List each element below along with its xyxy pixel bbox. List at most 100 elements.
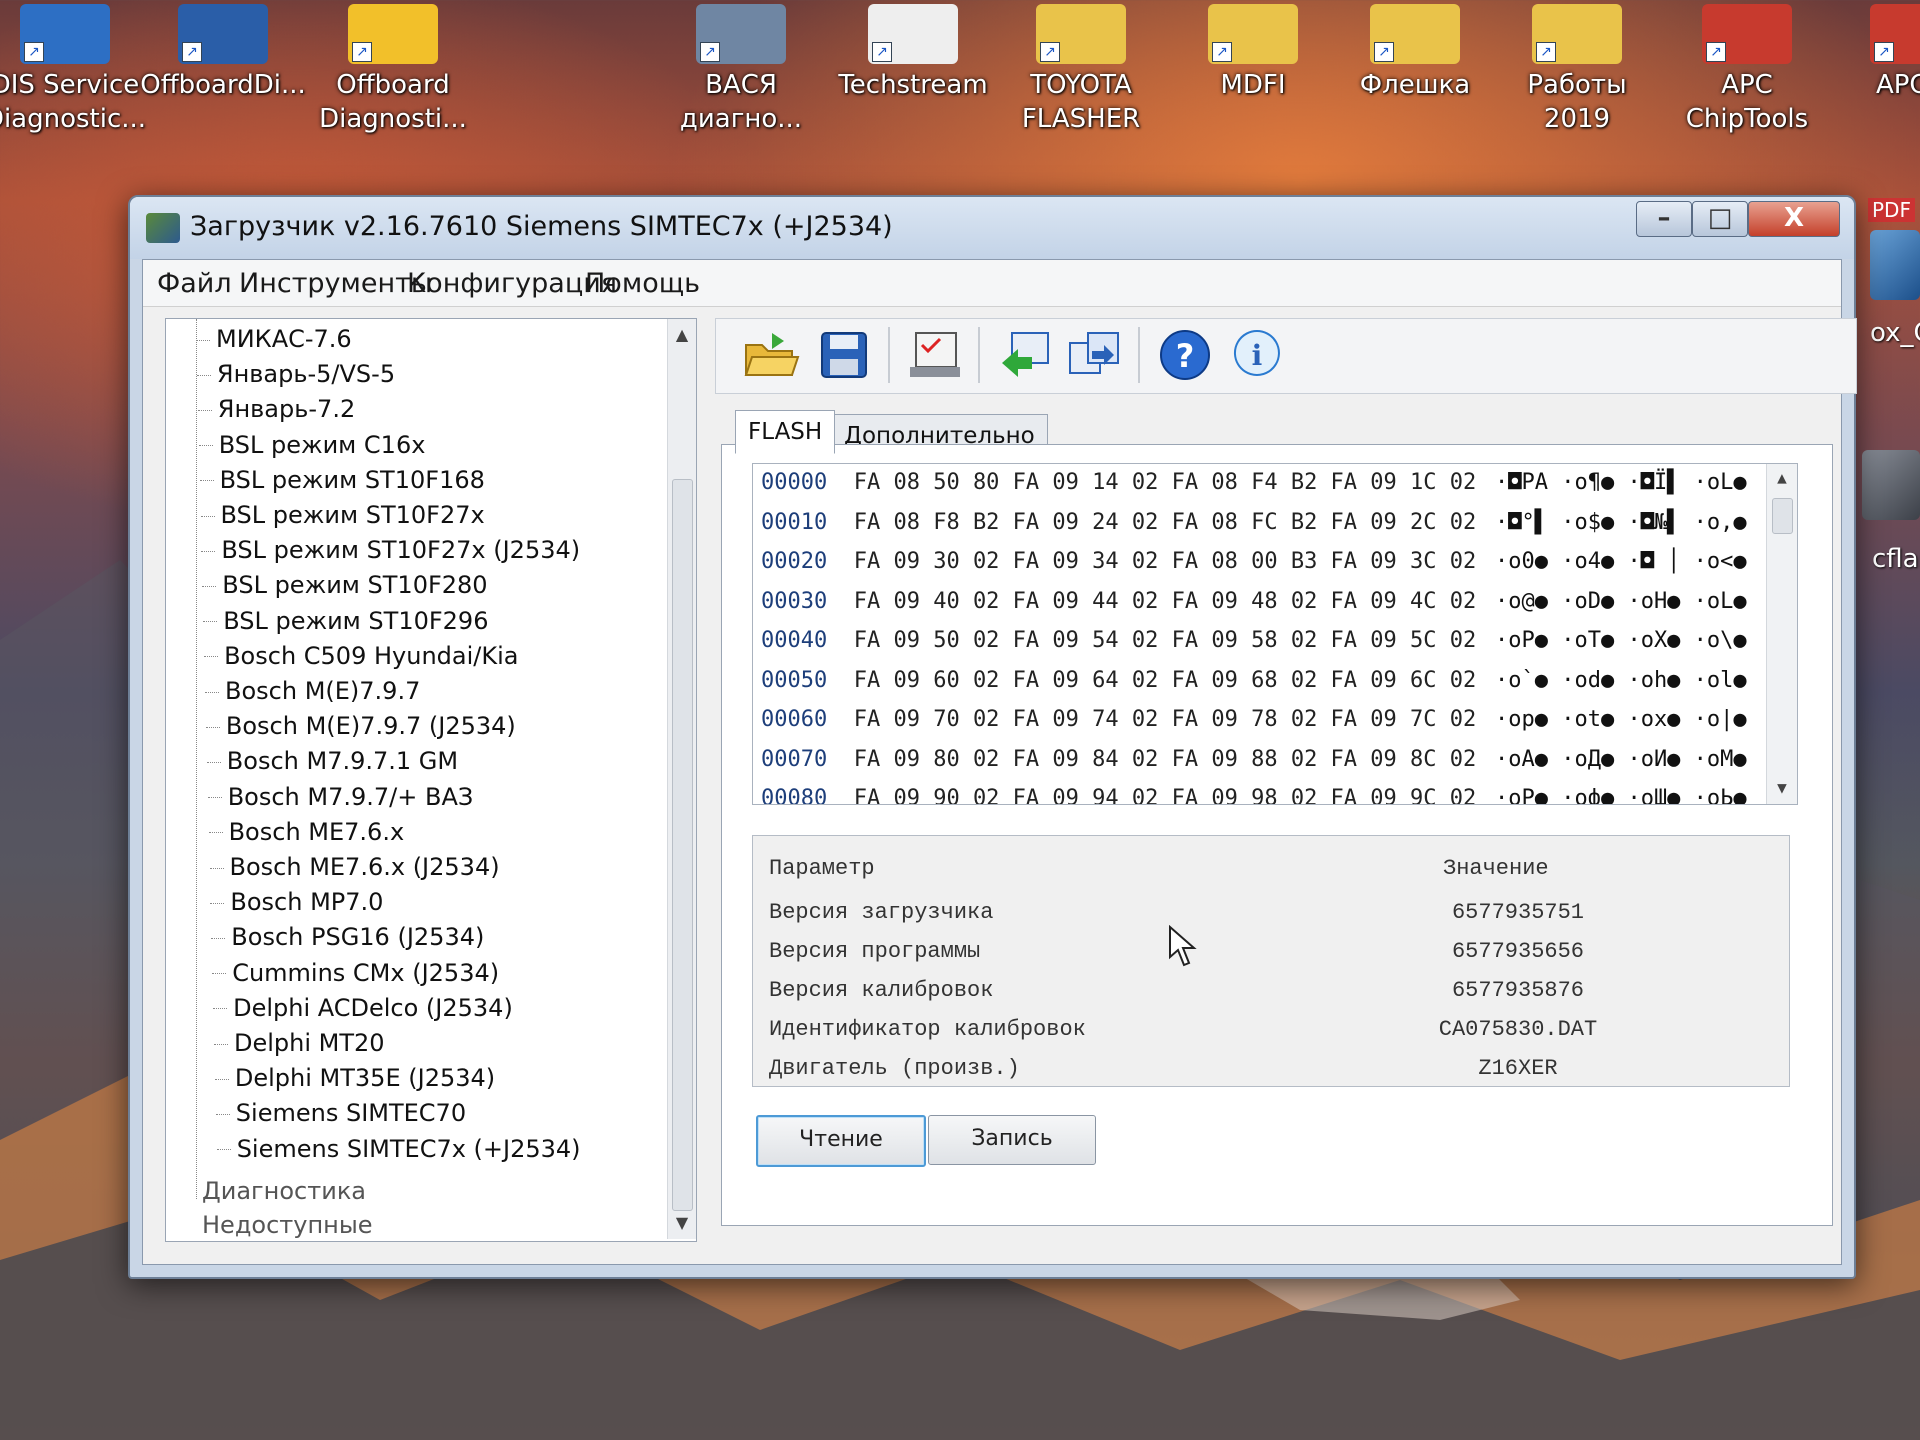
hex-row[interactable]: 00060 FA 09 70 02 FA 09 74 02 FA 09 78 0… [761, 707, 1476, 745]
write-ecu-icon[interactable] [1066, 327, 1124, 383]
tree-item[interactable]: МИКАС-7.6 [196, 325, 352, 359]
desktop-partial-icon-1[interactable] [1870, 230, 1920, 300]
write-button[interactable]: Запись [928, 1115, 1096, 1165]
tree-item[interactable]: Siemens SIMTEC70 [215, 1099, 466, 1133]
desktop-icon[interactable]: ↗ ВАСЯ диагно... [656, 4, 826, 136]
scroll-down-icon[interactable]: ▼ [668, 1213, 696, 1232]
info-icon[interactable]: i [1228, 327, 1286, 383]
loader-window: Загрузчик v2.16.7610 Siemens SIMTEC7x (+… [128, 195, 1857, 1279]
desktop-icon[interactable]: ↗ OffboardDi... [138, 4, 308, 102]
tree-item-label: Cummins CMx (J2534) [232, 958, 500, 987]
hex-bytes: FA 09 80 02 FA 09 84 02 FA 09 88 02 FA 0… [853, 746, 1477, 772]
hex-row[interactable]: 00000 FA 08 50 80 FA 09 14 02 FA 08 F4 B… [761, 470, 1476, 508]
tree-connector [212, 973, 227, 975]
read-ecu-icon[interactable] [996, 327, 1054, 383]
folder-icon: ↗ [1208, 4, 1298, 64]
tree-item[interactable]: Delphi ACDelco (J2534) [213, 994, 513, 1028]
scroll-up-icon[interactable]: ▲ [1767, 468, 1797, 487]
tree-group[interactable]: Недоступные [202, 1211, 373, 1245]
desktop-partial-icon-2[interactable] [1862, 450, 1920, 520]
tree-item[interactable]: Bosch M7.9.7.1 GM [206, 747, 458, 781]
tab-flash[interactable]: FLASH [735, 410, 836, 454]
tree-item-label: BSL режим ST10F168 [219, 465, 485, 494]
open-folder-icon[interactable] [742, 327, 800, 383]
desktop-icon[interactable]: ↗ MDFI [1168, 4, 1338, 102]
desktop-icon[interactable]: ↗ Флешка [1330, 4, 1500, 102]
maximize-button[interactable]: □ [1692, 201, 1748, 237]
tree-item[interactable]: Delphi MT35E (J2534) [214, 1064, 495, 1098]
menu-tools[interactable]: Инструменты [239, 268, 432, 299]
hex-row[interactable]: 00010 FA 08 F8 B2 FA 09 24 02 FA 08 FC B… [761, 510, 1476, 548]
menu-file[interactable]: Файл [157, 268, 232, 299]
save-disk-icon[interactable] [816, 327, 874, 383]
hex-row[interactable]: 00070 FA 09 80 02 FA 09 84 02 FA 09 88 0… [761, 747, 1476, 785]
tree-item[interactable]: Bosch M(E)7.9.7 (J2534) [205, 712, 516, 746]
desktop-partial-label-2: cflas [1872, 544, 1920, 574]
desktop-partial-label-1: ox_C [1870, 318, 1920, 348]
tree-connector [210, 902, 225, 904]
hex-scroll-thumb[interactable] [1772, 498, 1793, 534]
techstream-icon: ↗ [868, 4, 958, 64]
tree-item[interactable]: Bosch C509 Hyundai/Kia [204, 642, 518, 676]
tree-item[interactable]: Bosch M(E)7.9.7 [205, 677, 420, 711]
title-bar[interactable]: Загрузчик v2.16.7610 Siemens SIMTEC7x (+… [130, 197, 1854, 259]
tree-connector [196, 374, 211, 376]
desktop-icon[interactable]: ↗ Offboard Diagnosti... [308, 4, 478, 136]
tree-item[interactable]: Bosch PSG16 (J2534) [211, 923, 484, 957]
desktop-icon[interactable]: ↗ TOYOTA FLASHER [996, 4, 1166, 136]
tree-item[interactable]: Январь-5/VS-5 [196, 360, 395, 394]
tree-scroll-thumb[interactable] [672, 479, 693, 1211]
tree-item[interactable]: Январь-7.2 [197, 395, 355, 429]
tree-item[interactable]: Bosch ME7.6.x (J2534) [209, 853, 500, 887]
tree-item[interactable]: Bosch ME7.6.x [208, 818, 404, 852]
flash-tab-panel: 00000 FA 08 50 80 FA 09 14 02 FA 08 F4 B… [721, 444, 1833, 1226]
scroll-down-icon[interactable]: ▼ [1767, 778, 1797, 797]
desktop-icon[interactable]: ↗ APC C [1830, 4, 1920, 102]
tree-item[interactable]: BSL режим ST10F27x [200, 501, 485, 535]
tree-item-label: МИКАС-7.6 [216, 325, 352, 353]
hex-address: 00000 [761, 470, 828, 495]
close-button[interactable]: X [1748, 201, 1840, 237]
tree-item[interactable]: BSL режим C16x [198, 431, 425, 465]
toolbar-separator [1138, 327, 1140, 383]
tree-item[interactable]: Delphi MT20 [214, 1029, 385, 1063]
hex-row[interactable]: 00080 FA 09 90 02 FA 09 94 02 FA 09 98 0… [761, 786, 1476, 804]
hex-scrollbar[interactable]: ▲ ▼ [1766, 464, 1797, 804]
tree-item[interactable]: BSL режим ST10F296 [203, 607, 488, 641]
tree-item[interactable]: Siemens SIMTEC7x (+J2534) [216, 1135, 581, 1169]
tree-item[interactable]: BSL режим ST10F280 [202, 571, 488, 605]
tree-group[interactable]: Диагностика [202, 1177, 366, 1211]
scroll-up-icon[interactable]: ▲ [668, 325, 696, 344]
settings-checklist-icon[interactable] [906, 327, 964, 383]
read-button[interactable]: Чтение [756, 1115, 926, 1167]
help-icon[interactable]: ? [1156, 327, 1214, 383]
tree-connector [196, 339, 210, 341]
tree-item[interactable]: BSL режим ST10F168 [199, 465, 485, 500]
tree-item[interactable]: BSL режим ST10F27x (J2534) [201, 536, 580, 570]
folder-icon: ↗ [1036, 4, 1126, 64]
hex-view[interactable]: 00000 FA 08 50 80 FA 09 14 02 FA 08 F4 B… [752, 463, 1798, 805]
tree-scrollbar[interactable]: ▲ ▼ [667, 319, 696, 1239]
ecu-tree[interactable]: МИКАС-7.6 Январь-5/VS-5 Январь-7.2 BSL режи… [165, 318, 697, 1242]
hex-row[interactable]: 00050 FA 09 60 02 FA 09 64 02 FA 09 68 0… [761, 668, 1476, 706]
shortcut-arrow-icon: ↗ [700, 42, 720, 62]
tree-connector [207, 797, 222, 799]
hex-ascii: ·o@● ·oD● ·oH● ·oL● [1495, 588, 1747, 614]
tree-item[interactable]: Bosch M7.9.7/+ ВАЗ [207, 783, 473, 817]
hex-row[interactable]: 00020 FA 09 30 02 FA 09 34 02 FA 08 00 B… [761, 549, 1476, 587]
hex-ascii: ·oP● ·oф● ·oШ● ·oЬ● [1495, 786, 1747, 805]
hex-row[interactable]: 00040 FA 09 50 02 FA 09 54 02 FA 09 58 0… [761, 628, 1476, 666]
minimize-button[interactable]: – [1636, 201, 1692, 237]
desktop-icon[interactable]: ↗ DIS Service Diagnostic... [0, 4, 150, 136]
tree-item[interactable]: Bosch MP7.0 [210, 888, 383, 922]
hex-ascii: ·◘°▌ ·o$● ·◘№▌ ·o,● [1495, 509, 1747, 535]
hex-row[interactable]: 00030 FA 09 40 02 FA 09 44 02 FA 09 48 0… [761, 589, 1476, 627]
hex-ascii: ·oP● ·oT● ·oX● ·o\● [1495, 628, 1747, 653]
menu-help[interactable]: Помощь [585, 268, 700, 299]
tree-item[interactable]: Cummins CMx (J2534) [212, 959, 499, 993]
desktop-icon[interactable]: ↗ Techstream [828, 4, 998, 102]
desktop-icon[interactable]: ↗ APC ChipTools [1662, 4, 1832, 136]
desktop-icon[interactable]: ↗ Работы 2019 [1492, 4, 1662, 136]
hex-ascii: ·◘PA ·o¶● ·◘Ï▌ ·oL● [1495, 470, 1747, 495]
shortcut-arrow-icon: ↗ [1040, 42, 1060, 62]
